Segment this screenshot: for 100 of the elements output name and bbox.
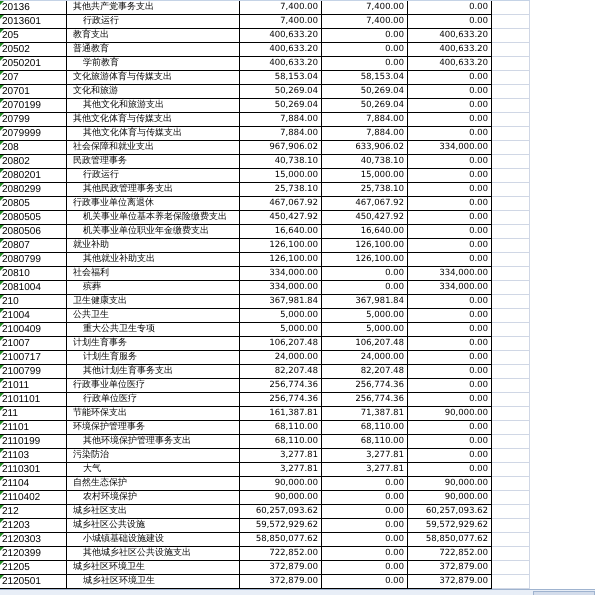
- amount: 59,572,929.62: [256, 520, 318, 530]
- horizontal-scrollbar[interactable]: [533, 591, 595, 595]
- row-code: 20136: [2, 2, 30, 13]
- amount: 0.00: [385, 282, 404, 292]
- row-code: 2081004: [2, 282, 41, 293]
- empty-cell: [492, 43, 530, 57]
- amount: 0.00: [469, 380, 488, 390]
- amount: 0.00: [469, 352, 488, 362]
- cell-flag-icon: [0, 71, 4, 75]
- empty-cell: [492, 491, 530, 505]
- amount: 0.00: [469, 100, 488, 110]
- amount: 68,110.00: [274, 422, 318, 432]
- row-name: 社会保障和就业支出: [73, 142, 154, 152]
- cell-flag-icon: [0, 141, 4, 145]
- amount: 367,981.84: [269, 296, 318, 306]
- cell-flag-icon: [0, 85, 4, 89]
- cell-flag-icon: [0, 561, 4, 565]
- amount: 90,000.00: [444, 408, 488, 418]
- amount: 467,067.92: [355, 198, 404, 208]
- empty-cell: [492, 337, 530, 351]
- amount: 0.00: [469, 296, 488, 306]
- empty-cell: [492, 57, 530, 71]
- amount: 5,000.00: [280, 310, 318, 320]
- empty-cell: [492, 561, 530, 575]
- empty-cell: [492, 71, 530, 85]
- amount: 0.00: [385, 576, 404, 586]
- amount: 367,981.84: [355, 296, 404, 306]
- row-code: 2080505: [2, 212, 41, 223]
- amount: 0.00: [469, 128, 488, 138]
- amount: 7,884.00: [366, 128, 404, 138]
- cell-flag-icon: [0, 225, 4, 229]
- amount: 5,000.00: [366, 310, 404, 320]
- empty-cell: [492, 15, 530, 29]
- row-code: 20805: [2, 198, 30, 209]
- row-code: 20502: [2, 44, 30, 55]
- row-code: 2110402: [2, 492, 40, 503]
- amount: 25,738.10: [360, 184, 404, 194]
- row-code: 21205: [2, 562, 30, 573]
- amount: 7,400.00: [280, 16, 318, 26]
- amount: 50,269.04: [274, 86, 318, 96]
- amount: 126,100.00: [355, 240, 404, 250]
- amount: 334,000.00: [269, 282, 318, 292]
- amount: 0.00: [469, 198, 488, 208]
- amount: 0.00: [385, 478, 404, 488]
- amount: 58,153.04: [274, 72, 318, 82]
- row-name: 大气: [82, 464, 101, 474]
- amount: 0.00: [469, 114, 488, 124]
- row-code: 2120399: [2, 548, 41, 559]
- amount: 0.00: [385, 30, 404, 40]
- row-name: 其他文化体育与传媒支出: [82, 128, 182, 138]
- row-name: 其他民政管理事务支出: [82, 184, 173, 194]
- amount: 106,207.48: [355, 338, 404, 348]
- amount: 90,000.00: [274, 478, 318, 488]
- amount: 450,427.92: [355, 212, 404, 222]
- row-code: 21011: [2, 380, 30, 391]
- amount: 0.00: [469, 72, 488, 82]
- row-name: 学前教育: [82, 58, 119, 68]
- empty-cell: [492, 127, 530, 141]
- amount: 24,000.00: [360, 352, 404, 362]
- cell-flag-icon: [0, 127, 4, 131]
- amount: 3,277.81: [366, 450, 404, 460]
- amount: 126,100.00: [269, 254, 318, 264]
- empty-cell: [492, 197, 530, 211]
- amount: 372,879.00: [439, 562, 488, 572]
- amount: 0.00: [469, 2, 488, 12]
- amount: 40,738.10: [360, 156, 404, 166]
- amount: 68,110.00: [360, 436, 404, 446]
- row-name: 其他计划生育事务支出: [82, 366, 173, 376]
- empty-cell: [492, 113, 530, 127]
- amount: 722,852.00: [439, 548, 488, 558]
- row-code: 2100717: [2, 352, 41, 363]
- cell-flag-icon: [0, 267, 4, 271]
- row-name: 自然生态保护: [73, 478, 127, 488]
- row-name: 城乡社区支出: [73, 506, 127, 516]
- row-name: 污染防治: [73, 450, 109, 460]
- amount: 15,000.00: [360, 170, 404, 180]
- amount: 0.00: [469, 212, 488, 222]
- row-name: 社会福利: [73, 268, 109, 278]
- cell-flag-icon: [0, 435, 4, 439]
- amount: 722,852.00: [269, 548, 318, 558]
- empty-cell: [492, 99, 530, 113]
- cell-flag-icon: [0, 15, 4, 19]
- row-name: 其他就业补助支出: [82, 254, 155, 264]
- cell-flag-icon: [0, 183, 4, 187]
- cell-flag-icon: [0, 519, 4, 523]
- cell-flag-icon: [0, 113, 4, 117]
- amount: 0.00: [385, 268, 404, 278]
- row-code: 2120303: [2, 534, 41, 545]
- cell-flag-icon: [0, 351, 4, 355]
- amount: 50,269.04: [360, 100, 404, 110]
- row-code: 2100799: [2, 366, 41, 377]
- cell-flag-icon: [0, 253, 4, 257]
- amount: 50,269.04: [274, 100, 318, 110]
- row-name: 公共卫生: [73, 310, 109, 320]
- empty-cell: [492, 505, 530, 519]
- amount: 0.00: [385, 492, 404, 502]
- row-name: 普通教育: [73, 44, 109, 54]
- cell-flag-icon: [0, 491, 4, 495]
- row-name: 卫生健康支出: [73, 296, 127, 306]
- amount: 400,633.20: [439, 58, 488, 68]
